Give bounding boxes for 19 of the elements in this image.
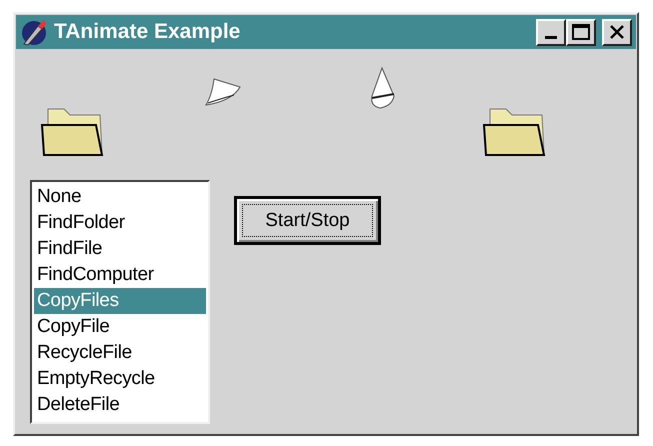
close-button[interactable] — [602, 18, 632, 46]
list-item[interactable]: DeleteFile — [34, 392, 206, 418]
torch-icon — [20, 18, 48, 46]
list-item[interactable]: None — [34, 184, 206, 210]
list-item[interactable]: RecycleFile — [34, 340, 206, 366]
list-item[interactable]: CopyFile — [34, 314, 206, 340]
minimize-button[interactable] — [536, 18, 566, 46]
start-stop-button[interactable]: Start/Stop — [234, 196, 381, 245]
list-item[interactable]: EmptyRecycle — [34, 366, 206, 392]
list-item[interactable]: FindFile — [34, 236, 206, 262]
minimize-icon — [545, 36, 557, 39]
maximize-button[interactable] — [566, 18, 596, 46]
list-item[interactable]: CopyFiles — [34, 288, 206, 314]
list-item[interactable]: FindComputer — [34, 262, 206, 288]
window-title: TAnimate Example — [54, 20, 242, 44]
list-box[interactable]: None FindFolder FindFile FindComputer CopyFiles CopyFile RecycleFile EmptyRecycle DeleteFile — [30, 180, 210, 424]
maximize-icon — [572, 24, 590, 40]
close-icon — [609, 25, 625, 39]
list-item[interactable]: FindFolder — [34, 210, 206, 236]
